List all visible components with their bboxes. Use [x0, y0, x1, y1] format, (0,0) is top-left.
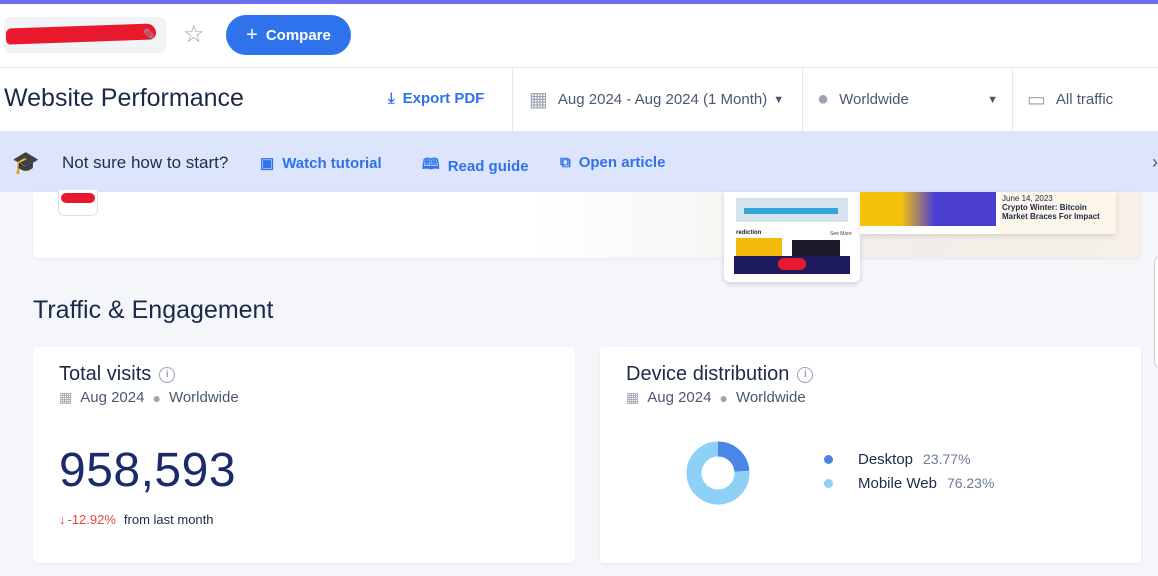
- legend-item-desktop: Desktop 23.77%: [824, 447, 994, 471]
- thumbnail-heading: rediction: [736, 230, 762, 236]
- download-icon: ⤓: [388, 90, 395, 107]
- arrow-down-icon: ↓: [59, 512, 66, 527]
- watch-tutorial-label: Watch tutorial: [282, 154, 382, 172]
- calendar-icon: ▦: [529, 89, 548, 111]
- export-pdf-button[interactable]: ⤓ Export PDF: [388, 90, 484, 107]
- device-legend: Desktop 23.77% Mobile Web 76.23%: [824, 447, 994, 495]
- calendar-icon: ▦: [626, 389, 640, 405]
- side-panel-tab[interactable]: [1154, 255, 1158, 369]
- total-visits-value: 958,593: [59, 444, 237, 497]
- help-banner: 🎓 Not sure how to start? ▣ Watch tutoria…: [0, 132, 1158, 192]
- device-distribution-card: Device distribution i ▦ Aug 2024 ● World…: [600, 347, 1141, 563]
- total-visits-title: Total visits: [59, 363, 152, 385]
- external-link-icon: ⧉: [560, 154, 571, 171]
- card-meta: ▦ Aug 2024 ● Worldwide: [626, 389, 806, 406]
- legend-label: Desktop: [858, 450, 914, 468]
- close-icon[interactable]: ›: [1152, 152, 1158, 173]
- watch-tutorial-link[interactable]: ▣ Watch tutorial: [260, 154, 382, 173]
- caret-down-icon: ▼: [987, 93, 998, 106]
- legend-item-mobile-web: Mobile Web 76.23%: [824, 471, 994, 495]
- date-range-label: Aug 2024 - Aug 2024 (1 Month): [557, 91, 768, 108]
- thumbnail-image: [792, 240, 840, 256]
- redacted-site-name: [5, 23, 157, 45]
- help-prompt: Not sure how to start?: [62, 153, 229, 172]
- devices-icon: ▭: [1027, 89, 1046, 111]
- graduation-cap-icon: 🎓: [12, 150, 40, 175]
- compare-button[interactable]: + Compare: [226, 15, 351, 55]
- legend-dot: [824, 454, 833, 464]
- globe-icon: ●: [152, 389, 161, 406]
- calendar-icon: ▦: [59, 389, 73, 405]
- open-article-label: Open article: [578, 154, 666, 171]
- plus-icon: +: [246, 23, 258, 46]
- globe-icon: ●: [719, 389, 728, 406]
- thumbnail-image: [860, 192, 996, 226]
- read-guide-link[interactable]: 🕮 Read guide: [422, 154, 529, 179]
- change-suffix: from last month: [123, 512, 214, 527]
- period-label: Aug 2024: [647, 389, 712, 406]
- pencil-icon[interactable]: ✎: [143, 25, 156, 45]
- redacted-area: [778, 258, 806, 270]
- thumbnail-image: [736, 238, 782, 256]
- legend-dot: [824, 478, 833, 488]
- thumbnail-article: June 14, 2023 Crypto Winter: Bitcoin Mar…: [1000, 192, 1116, 234]
- visits-change: ↓ -12.92% from last month: [59, 512, 214, 527]
- title-bar: Website Performance ⤓ Export PDF ▦ Aug 2…: [0, 68, 1158, 132]
- traffic-filter[interactable]: ▭ All traffic: [1012, 68, 1158, 131]
- star-icon[interactable]: ☆: [183, 20, 205, 50]
- device-distribution-title: Device distribution: [626, 363, 790, 385]
- site-logo: [58, 190, 98, 216]
- site-header: ✎ ☆ + Compare: [0, 4, 1158, 68]
- compare-label: Compare: [265, 26, 331, 44]
- traffic-label: All traffic: [1055, 91, 1114, 108]
- period-label: Aug 2024: [80, 389, 145, 406]
- card-title: Device distribution i: [626, 363, 814, 386]
- date-range-filter[interactable]: ▦ Aug 2024 - Aug 2024 (1 Month) ▼: [512, 68, 802, 131]
- card-title: Total visits i: [59, 363, 176, 386]
- thumbnail-headline: Crypto Winter: Bitcoin Market Braces For…: [1002, 203, 1100, 221]
- section-title: Traffic & Engagement: [33, 296, 274, 324]
- legend-label: Mobile Web: [858, 474, 937, 492]
- geo-label: Worldwide: [839, 91, 909, 108]
- export-label: Export PDF: [402, 90, 485, 107]
- video-icon: ▣: [260, 155, 275, 172]
- total-visits-card: Total visits i ▦ Aug 2024 ● Worldwide 95…: [33, 347, 575, 563]
- caret-down-icon: ▼: [773, 93, 785, 106]
- info-icon[interactable]: i: [159, 366, 176, 383]
- info-icon[interactable]: i: [797, 366, 814, 383]
- redacted-logo: [61, 193, 95, 203]
- change-value: -12.92%: [67, 512, 116, 527]
- thumbnail-date: June 14, 2023: [1002, 194, 1053, 203]
- open-article-link[interactable]: ⧉ Open article: [560, 154, 665, 171]
- device-donut-chart: [686, 441, 750, 505]
- region-label: Worldwide: [168, 389, 239, 406]
- region-label: Worldwide: [735, 389, 806, 406]
- geo-filter[interactable]: ● Worldwide ▼: [802, 68, 1012, 131]
- book-icon: 🕮: [422, 156, 440, 173]
- ad-banner: [736, 198, 848, 222]
- card-meta: ▦ Aug 2024 ● Worldwide: [59, 389, 239, 406]
- site-selector[interactable]: ✎: [4, 17, 166, 53]
- desktop-screenshot-thumbnail: June 14, 2023 Crypto Winter: Bitcoin Mar…: [860, 192, 1116, 234]
- legend-value: 76.23%: [946, 475, 995, 491]
- thumbnail-see-more: See More: [830, 231, 852, 237]
- mobile-screenshot-thumbnail: rediction See More: [724, 192, 860, 282]
- read-guide-label: Read guide: [447, 158, 529, 175]
- globe-icon: ●: [817, 88, 830, 110]
- legend-value: 23.77%: [923, 451, 971, 467]
- page-title: Website Performance: [4, 84, 244, 112]
